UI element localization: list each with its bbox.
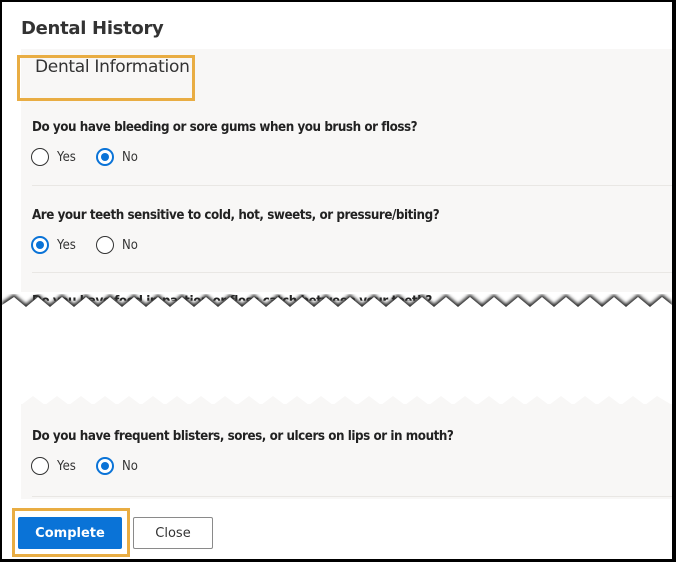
- radio-circle[interactable]: [96, 236, 114, 254]
- question-bleeding-gums: Do you have bleeding or sore gums when y…: [32, 120, 418, 135]
- divider: [32, 496, 672, 497]
- radio-label: Yes: [57, 149, 76, 165]
- section-title: Dental Information: [35, 57, 190, 77]
- question-blisters-sores: Do you have frequent blisters, sores, or…: [32, 429, 454, 444]
- radio-yes[interactable]: Yes: [31, 148, 78, 166]
- radio-group-blisters-sores: Yes No: [31, 457, 158, 475]
- radio-group-bleeding-gums: Yes No: [31, 148, 158, 166]
- complete-button[interactable]: Complete: [18, 517, 122, 549]
- radio-circle[interactable]: [31, 148, 49, 166]
- radio-label: Yes: [57, 458, 76, 474]
- dental-history-dialog: Dental History Dental Information Do you…: [2, 2, 672, 559]
- radio-circle[interactable]: [31, 457, 49, 475]
- radio-label: No: [122, 237, 138, 253]
- radio-group-sensitive-teeth: Yes No: [31, 236, 158, 254]
- radio-circle[interactable]: [31, 236, 49, 254]
- radio-label: No: [122, 458, 138, 474]
- radio-no[interactable]: No: [96, 457, 140, 475]
- radio-yes[interactable]: Yes: [31, 236, 78, 254]
- question-sensitive-teeth: Are your teeth sensitive to cold, hot, s…: [32, 208, 440, 223]
- dental-information-panel: Dental Information Do you have bleeding …: [21, 49, 672, 301]
- divider: [32, 272, 672, 273]
- divider: [32, 185, 672, 186]
- dental-information-panel-continued: Do you have frequent blisters, sores, or…: [21, 404, 672, 499]
- radio-circle[interactable]: [96, 457, 114, 475]
- radio-label: No: [122, 149, 138, 165]
- radio-no[interactable]: No: [96, 236, 140, 254]
- radio-circle[interactable]: [96, 148, 114, 166]
- close-button[interactable]: Close: [133, 517, 213, 549]
- radio-no[interactable]: No: [96, 148, 140, 166]
- radio-label: Yes: [57, 237, 76, 253]
- dialog-title: Dental History: [21, 18, 164, 39]
- radio-yes[interactable]: Yes: [31, 457, 78, 475]
- torn-edge-divider: [2, 294, 672, 314]
